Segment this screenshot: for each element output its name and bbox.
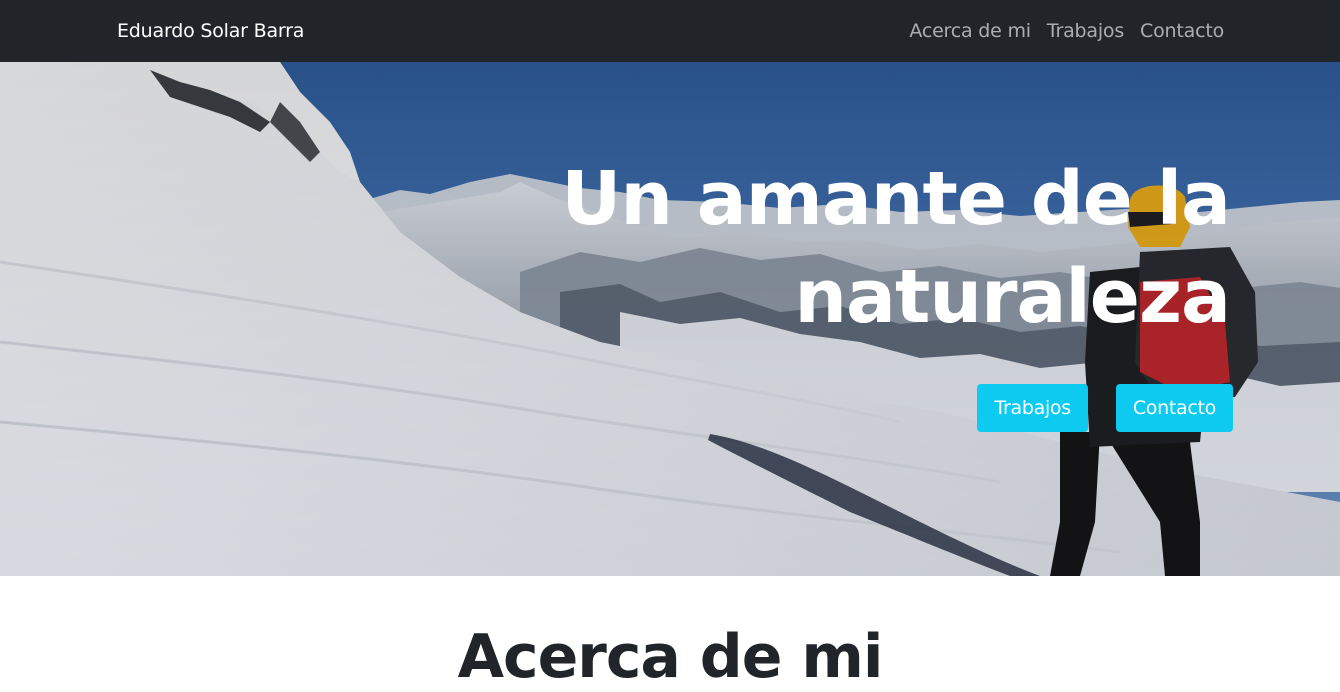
contact-button[interactable]: Contacto [1115, 384, 1233, 432]
hero-title: Un amante de la naturaleza [561, 156, 1231, 340]
nav-link-about[interactable]: Acerca de mi [909, 20, 1031, 42]
nav-link-contact[interactable]: Contacto [1140, 20, 1224, 42]
nav-link-works[interactable]: Trabajos [1047, 20, 1124, 42]
about-section-title: Acerca de mi [457, 622, 884, 692]
brand-link[interactable]: Eduardo Solar Barra [117, 20, 304, 42]
top-navbar: Eduardo Solar Barra Acerca de mi Trabajo… [0, 0, 1340, 62]
works-button[interactable]: Trabajos [977, 384, 1088, 432]
hero-buttons: Trabajos Contacto [977, 384, 1233, 432]
nav-links: Acerca de mi Trabajos Contacto [909, 20, 1224, 42]
hero-section: Un amante de la naturaleza Trabajos Cont… [0, 62, 1340, 576]
